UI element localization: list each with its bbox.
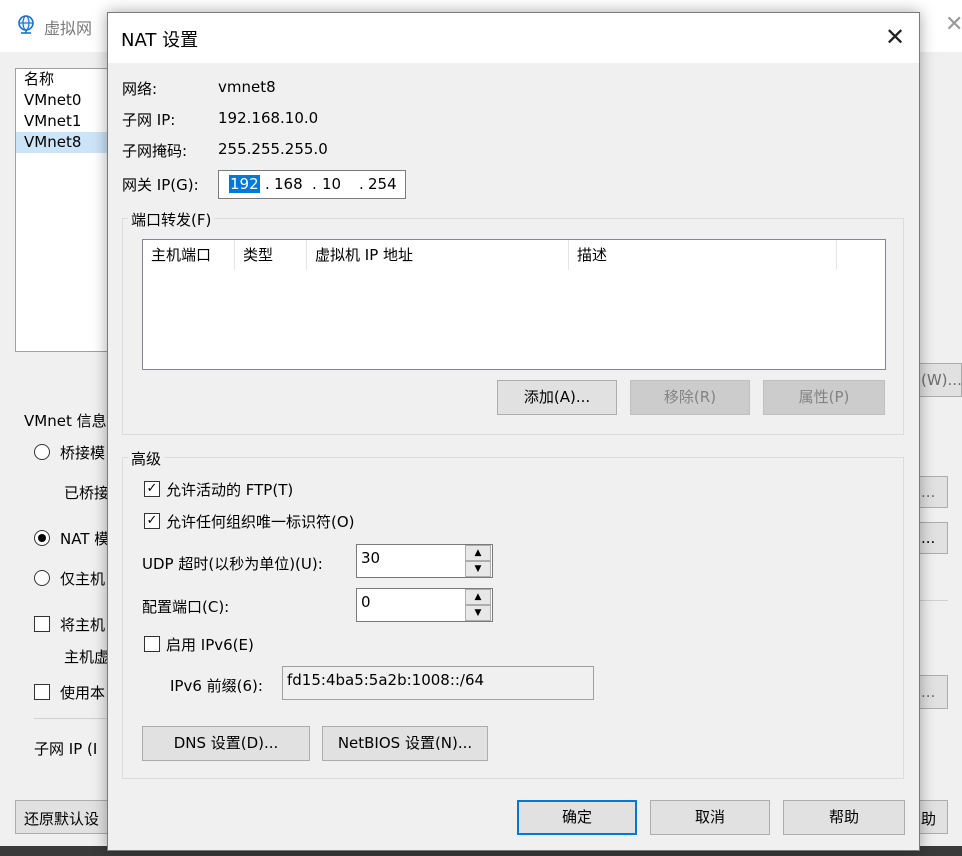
ipv6-prefix-value: fd15:4ba5:5a2b:1008::/64 <box>287 671 485 689</box>
advanced-caption: 高级 <box>128 448 165 469</box>
properties-button[interactable]: 属性(P) <box>763 380 885 415</box>
list-item[interactable]: VMnet0 <box>16 90 109 111</box>
column-header-host-port[interactable]: 主机端口 <box>143 240 235 270</box>
dns-settings-button[interactable]: DNS 设置(D)... <box>142 726 310 761</box>
gateway-octet-2[interactable]: 168 <box>274 175 303 193</box>
bridge-radio[interactable] <box>34 444 50 460</box>
ok-button[interactable]: 确定 <box>517 800 637 835</box>
background-window-title: 虚拟网 <box>44 19 93 38</box>
background-button-w[interactable]: (W)... <box>918 363 962 397</box>
close-icon[interactable]: ✕ <box>878 21 912 55</box>
vmnet-info-label: VMnet 信息 <box>24 412 107 430</box>
dialog-title: NAT 设置 <box>121 30 199 51</box>
divider <box>918 600 948 601</box>
network-value: vmnet8 <box>218 78 276 96</box>
background-button-dots[interactable]: ... <box>918 675 948 709</box>
ip-dot: . <box>265 175 270 193</box>
cancel-button[interactable]: 取消 <box>650 800 770 835</box>
column-header-type[interactable]: 类型 <box>235 240 307 270</box>
connect-host-checkbox[interactable] <box>34 616 50 632</box>
check-icon: ✓ <box>146 481 158 496</box>
chevron-up-icon[interactable]: ▲ <box>465 589 491 605</box>
chevron-down-icon[interactable]: ▼ <box>465 605 491 621</box>
background-button-dots[interactable]: ... <box>918 476 948 508</box>
allow-ftp-checkbox[interactable]: ✓ <box>144 481 160 497</box>
background-network-list[interactable]: 名称 VMnet0 VMnet1 VMnet8 <box>15 68 110 352</box>
bridged-to-label: 已桥接 <box>64 484 110 502</box>
list-item[interactable]: VMnet8 <box>16 132 109 153</box>
gateway-label: 网关 IP(G): <box>122 176 199 194</box>
bridge-label: 桥接模 <box>60 444 106 462</box>
background-help-button[interactable]: 助 <box>918 800 948 834</box>
column-header-description[interactable]: 描述 <box>569 240 837 270</box>
chevron-down-icon[interactable]: ▼ <box>465 561 491 577</box>
subnet-ip-label: 子网 IP: <box>122 111 176 129</box>
subnet-ip-label-bg: 子网 IP (I <box>34 740 98 758</box>
enable-ipv6-checkbox[interactable] <box>144 636 160 652</box>
list-header: 名称 <box>24 70 55 88</box>
gateway-octet-4[interactable]: 254 <box>368 175 397 193</box>
list-item[interactable]: VMnet1 <box>16 111 109 132</box>
subnet-mask-value: 255.255.255.0 <box>218 140 328 158</box>
netbios-settings-button[interactable]: NetBIOS 设置(N)... <box>322 726 488 761</box>
background-close-icon[interactable]: ✕ <box>945 12 962 37</box>
check-icon: ✓ <box>146 513 158 528</box>
enable-ipv6-label: 启用 IPv6(E) <box>166 636 254 654</box>
divider <box>34 718 108 719</box>
dialog-titlebar <box>108 13 919 63</box>
ipv6-prefix-input[interactable]: fd15:4ba5:5a2b:1008::/64 <box>282 666 594 700</box>
connect-host-label: 将主机 <box>60 616 106 634</box>
udp-timeout-value[interactable]: 30 <box>361 549 380 567</box>
nat-label: NAT 模 <box>60 530 110 548</box>
ip-dot: . <box>312 175 317 193</box>
nat-settings-dialog: NAT 设置 ✕ 网络: vmnet8 子网 IP: 192.168.10.0 … <box>107 12 920 851</box>
use-local-label: 使用本 <box>60 684 106 702</box>
config-port-label: 配置端口(C): <box>142 598 230 616</box>
help-button[interactable]: 帮助 <box>783 800 905 835</box>
port-forwarding-list[interactable]: 主机端口 类型 虚拟机 IP 地址 描述 <box>142 239 886 370</box>
gateway-octet-3[interactable]: 10 <box>322 175 341 193</box>
gateway-ip-input[interactable]: 192 . 168 . 10 . 254 <box>218 170 406 199</box>
remove-button[interactable]: 移除(R) <box>630 380 750 415</box>
allow-oui-checkbox[interactable]: ✓ <box>144 513 160 529</box>
nat-radio[interactable] <box>34 530 50 546</box>
gateway-octet-1[interactable]: 192 <box>229 175 260 193</box>
ipv6-prefix-label: IPv6 前缀(6): <box>170 677 263 695</box>
chevron-up-icon[interactable]: ▲ <box>465 545 491 561</box>
column-header-vm-ip[interactable]: 虚拟机 IP 地址 <box>307 240 569 270</box>
allow-ftp-label: 允许活动的 FTP(T) <box>166 481 294 499</box>
use-local-checkbox[interactable] <box>34 684 50 700</box>
config-port-value[interactable]: 0 <box>361 593 371 611</box>
restore-defaults-button[interactable]: 还原默认设 <box>15 800 115 834</box>
port-forwarding-caption: 端口转发(F) <box>128 209 215 230</box>
host-virtual-label: 主机虚 <box>64 648 110 666</box>
globe-icon <box>18 15 34 34</box>
add-button[interactable]: 添加(A)... <box>497 380 617 415</box>
allow-oui-label: 允许任何组织唯一标识符(O) <box>166 513 355 531</box>
udp-timeout-stepper[interactable]: 30 ▲ ▼ <box>356 544 493 578</box>
host-only-label: 仅主机 <box>60 570 106 588</box>
host-only-radio[interactable] <box>34 570 50 586</box>
udp-timeout-label: UDP 超时(以秒为单位)(U): <box>142 555 323 573</box>
subnet-mask-label: 子网掩码: <box>122 142 188 160</box>
network-label: 网络: <box>122 80 158 98</box>
ip-dot: . <box>359 175 364 193</box>
background-button-dots[interactable]: ... <box>918 522 948 554</box>
subnet-ip-value: 192.168.10.0 <box>218 109 319 127</box>
config-port-stepper[interactable]: 0 ▲ ▼ <box>356 588 493 622</box>
